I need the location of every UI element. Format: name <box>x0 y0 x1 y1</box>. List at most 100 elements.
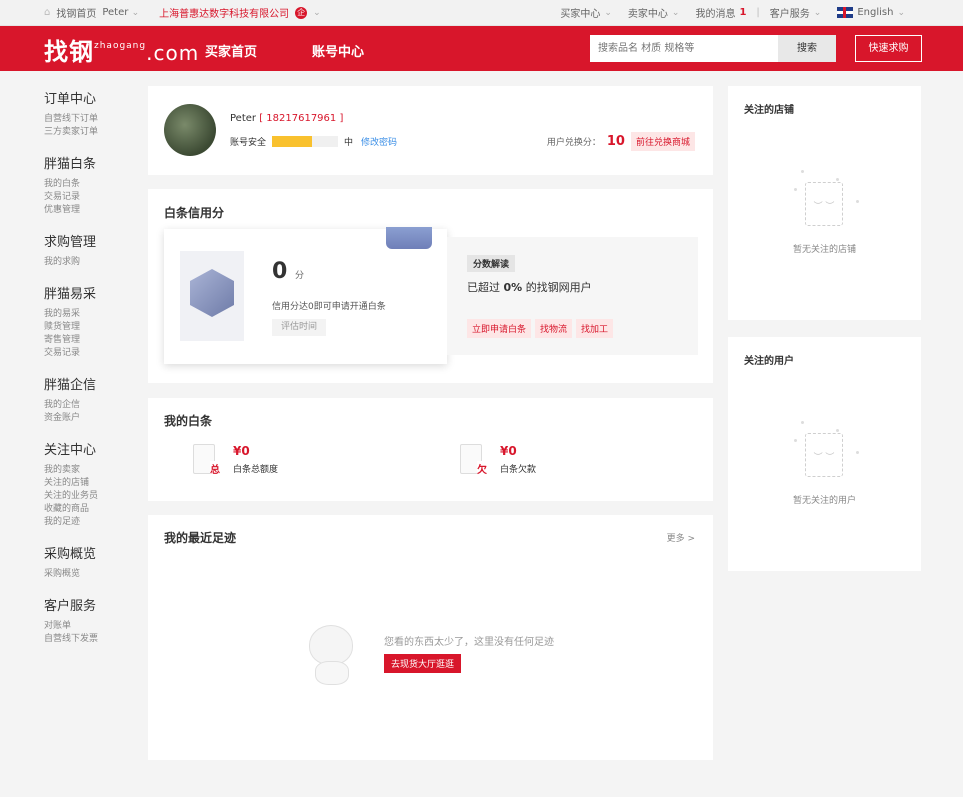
total-amount: ¥0 <box>233 444 250 458</box>
sidebar-group-title: 采购概览 <box>44 547 97 562</box>
score-tab-decoration <box>386 227 432 249</box>
sidebar-item[interactable]: 关注的店铺 <box>44 477 134 490</box>
decor-dot <box>856 200 859 203</box>
points-mall-button[interactable]: 前往兑换商城 <box>630 132 695 151</box>
sidebar-group-title: 胖猫易采 <box>44 287 97 302</box>
sidebar-item[interactable]: 收藏的商品 <box>44 503 134 516</box>
owed-value-block: ¥0 白条欠款 <box>500 444 536 475</box>
sidebar-item[interactable]: 自营线下订单 <box>44 113 134 126</box>
sad-face-icon: ︶ ︶ <box>813 453 835 463</box>
divider: | <box>756 7 760 18</box>
sidebar-group: 采购概览 采购概览 <box>44 543 134 581</box>
sidebar-item[interactable]: 我的易采 <box>44 308 134 321</box>
sidebar-group: 胖猫易采我的易采 赎货管理 寄售管理 交易记录 <box>44 283 134 360</box>
sidebar-item[interactable]: 我的企信 <box>44 399 134 412</box>
sidebar-group-title: 胖猫企信 <box>44 378 97 393</box>
sidebar-item[interactable]: 我的足迹 <box>44 516 134 529</box>
followed-users-empty: 暂无关注的用户 <box>792 496 856 506</box>
sidebar-item[interactable]: 我的求购 <box>44 256 134 269</box>
home-icon[interactable]: ⌂ <box>44 7 50 18</box>
user-menu[interactable]: Peter ⌄ <box>102 7 139 18</box>
points-label: 用户兑换分： <box>546 138 601 148</box>
more-link[interactable]: 更多 > <box>667 531 695 544</box>
search-button[interactable]: 搜索 <box>778 35 836 62</box>
site-logo[interactable]: 找钢zhaogang.com <box>44 32 199 67</box>
sidebar-item[interactable]: 采购概览 <box>44 568 134 581</box>
nav-account-center[interactable]: 账号中心 <box>312 41 364 60</box>
sidebar-item[interactable]: 优惠管理 <box>44 204 134 217</box>
total-doc-icon: 总 <box>193 444 220 476</box>
sidebar-item[interactable]: 三方卖家订单 <box>44 126 134 139</box>
sidebar-item[interactable]: 我的卖家 <box>44 464 134 477</box>
footprint-card: 我的最近足迹 更多 > 您看的东西太少了，这里没有任何足迹 去现货大厅逛逛 <box>148 515 713 760</box>
decor-dot <box>794 188 797 191</box>
points-row: 用户兑换分： 10 前往兑换商城 <box>547 132 695 151</box>
sidebar-item[interactable]: 资金账户 <box>44 412 134 425</box>
sidebar-item[interactable]: 寄售管理 <box>44 334 134 347</box>
user-name: Peter <box>102 7 129 18</box>
followed-stores-empty: 暂无关注的店铺 <box>792 245 856 255</box>
credit-score-unit: 分 <box>294 271 304 281</box>
empty-doc-icon: ︶ ︶ <box>805 182 843 226</box>
sidebar-item[interactable]: 自营线下发票 <box>44 633 134 646</box>
sidebar-item[interactable]: 关注的业务员 <box>44 490 134 503</box>
sidebar-group: 求购管理 我的求购 <box>44 231 134 269</box>
decor-dot <box>801 170 804 173</box>
main-header: 找钢zhaogang.com 买家首页 账号中心 搜索 快速求购 <box>0 26 963 71</box>
seller-center-menu[interactable]: 卖家中心 <box>628 5 668 20</box>
avatar[interactable] <box>164 104 216 156</box>
footprint-title: 我的最近足迹 <box>164 531 237 545</box>
baitiao-total: 总 ¥0 白条总额度 <box>193 444 278 476</box>
interp-suffix: 的找钢网用户 <box>525 281 592 294</box>
buyer-center-menu[interactable]: 买家中心 <box>560 5 600 20</box>
sidebar-item[interactable]: 交易记录 <box>44 347 134 360</box>
language-switch[interactable]: English <box>857 7 893 18</box>
customer-service-menu[interactable]: 客户服务 <box>770 5 810 20</box>
sidebar-item[interactable]: 交易记录 <box>44 191 134 204</box>
security-row: 账号安全 中 修改密码 <box>230 135 397 148</box>
change-password-link[interactable]: 修改密码 <box>361 135 397 148</box>
logo-domain: .com <box>146 41 200 65</box>
total-icon-label: 总 <box>210 461 220 476</box>
chevron-down-icon[interactable]: ⌄ <box>313 8 321 18</box>
my-messages-link[interactable]: 我的消息 <box>695 5 735 20</box>
sidebar-item[interactable]: 对账单 <box>44 620 134 633</box>
go-spot-hall-button[interactable]: 去现货大厅逛逛 <box>384 654 462 673</box>
total-value-block: ¥0 白条总额度 <box>233 444 278 475</box>
interpretation-links: 立即申请白条 找物流 找加工 <box>467 319 614 338</box>
sidebar-group: 关注中心 我的卖家 关注的店铺 关注的业务员 收藏的商品 我的足迹 <box>44 439 134 529</box>
sidebar-group-title: 求购管理 <box>44 235 97 250</box>
company-name[interactable]: 上海普惠达数字科技有限公司 <box>159 5 289 20</box>
apply-baitiao-link[interactable]: 立即申请白条 <box>467 319 532 338</box>
find-processing-link[interactable]: 找加工 <box>576 319 614 338</box>
interpretation-tag: 分数解读 <box>467 255 516 272</box>
owed-doc-icon: 欠 <box>460 444 487 476</box>
evaluate-time-button[interactable]: 评估时间 <box>272 319 326 336</box>
sidebar-group: 胖猫白条我的白条 交易记录 优惠管理 <box>44 153 134 217</box>
home-link[interactable]: 找钢首页 <box>56 5 96 20</box>
find-logistics-link[interactable]: 找物流 <box>535 319 573 338</box>
profile-name-line: Peter [ 18217617961 ] <box>230 113 343 124</box>
quick-purchase-button[interactable]: 快速求购 <box>855 35 922 62</box>
owed-amount: ¥0 <box>500 444 517 458</box>
logo-main: 找钢 <box>44 38 94 66</box>
sidebar-item[interactable]: 赎货管理 <box>44 321 134 334</box>
sidebar-group-title: 胖猫白条 <box>44 157 97 172</box>
followed-users-title: 关注的用户 <box>744 356 794 367</box>
empty-doc-icon: ︶ ︶ <box>805 433 843 477</box>
baitiao-owed: 欠 ¥0 白条欠款 <box>460 444 536 476</box>
sidebar: 订单中心 自营线下订单 三方卖家订单 胖猫白条 我的白条 交易记录 优惠管理 求购管理 我的求购… <box>44 88 134 660</box>
sidebar-item[interactable]: 我的白条 <box>44 178 134 191</box>
chevron-down-icon: ⌄ <box>604 7 612 18</box>
search-input[interactable] <box>590 35 778 62</box>
sidebar-group-title: 客户服务 <box>44 599 97 614</box>
nav-buyer-home[interactable]: 买家首页 <box>205 41 257 60</box>
interp-prefix: 已超过 <box>467 281 500 294</box>
profile-card: Peter [ 18217617961 ] 账号安全 中 修改密码 用户兑换分：… <box>148 86 713 175</box>
footprint-empty-text: 您看的东西太少了，这里没有任何足迹 <box>384 637 554 648</box>
chevron-down-icon: ⌄ <box>897 7 905 18</box>
followed-users-card: 关注的用户 ︶ ︶ 暂无关注的用户 <box>728 337 921 571</box>
total-desc: 白条总额度 <box>233 465 279 475</box>
credit-hint: 信用分达0即可申请开通白条 <box>272 302 386 312</box>
baitiao-card: 我的白条 总 ¥0 白条总额度 欠 ¥0 白条欠款 <box>148 398 713 501</box>
